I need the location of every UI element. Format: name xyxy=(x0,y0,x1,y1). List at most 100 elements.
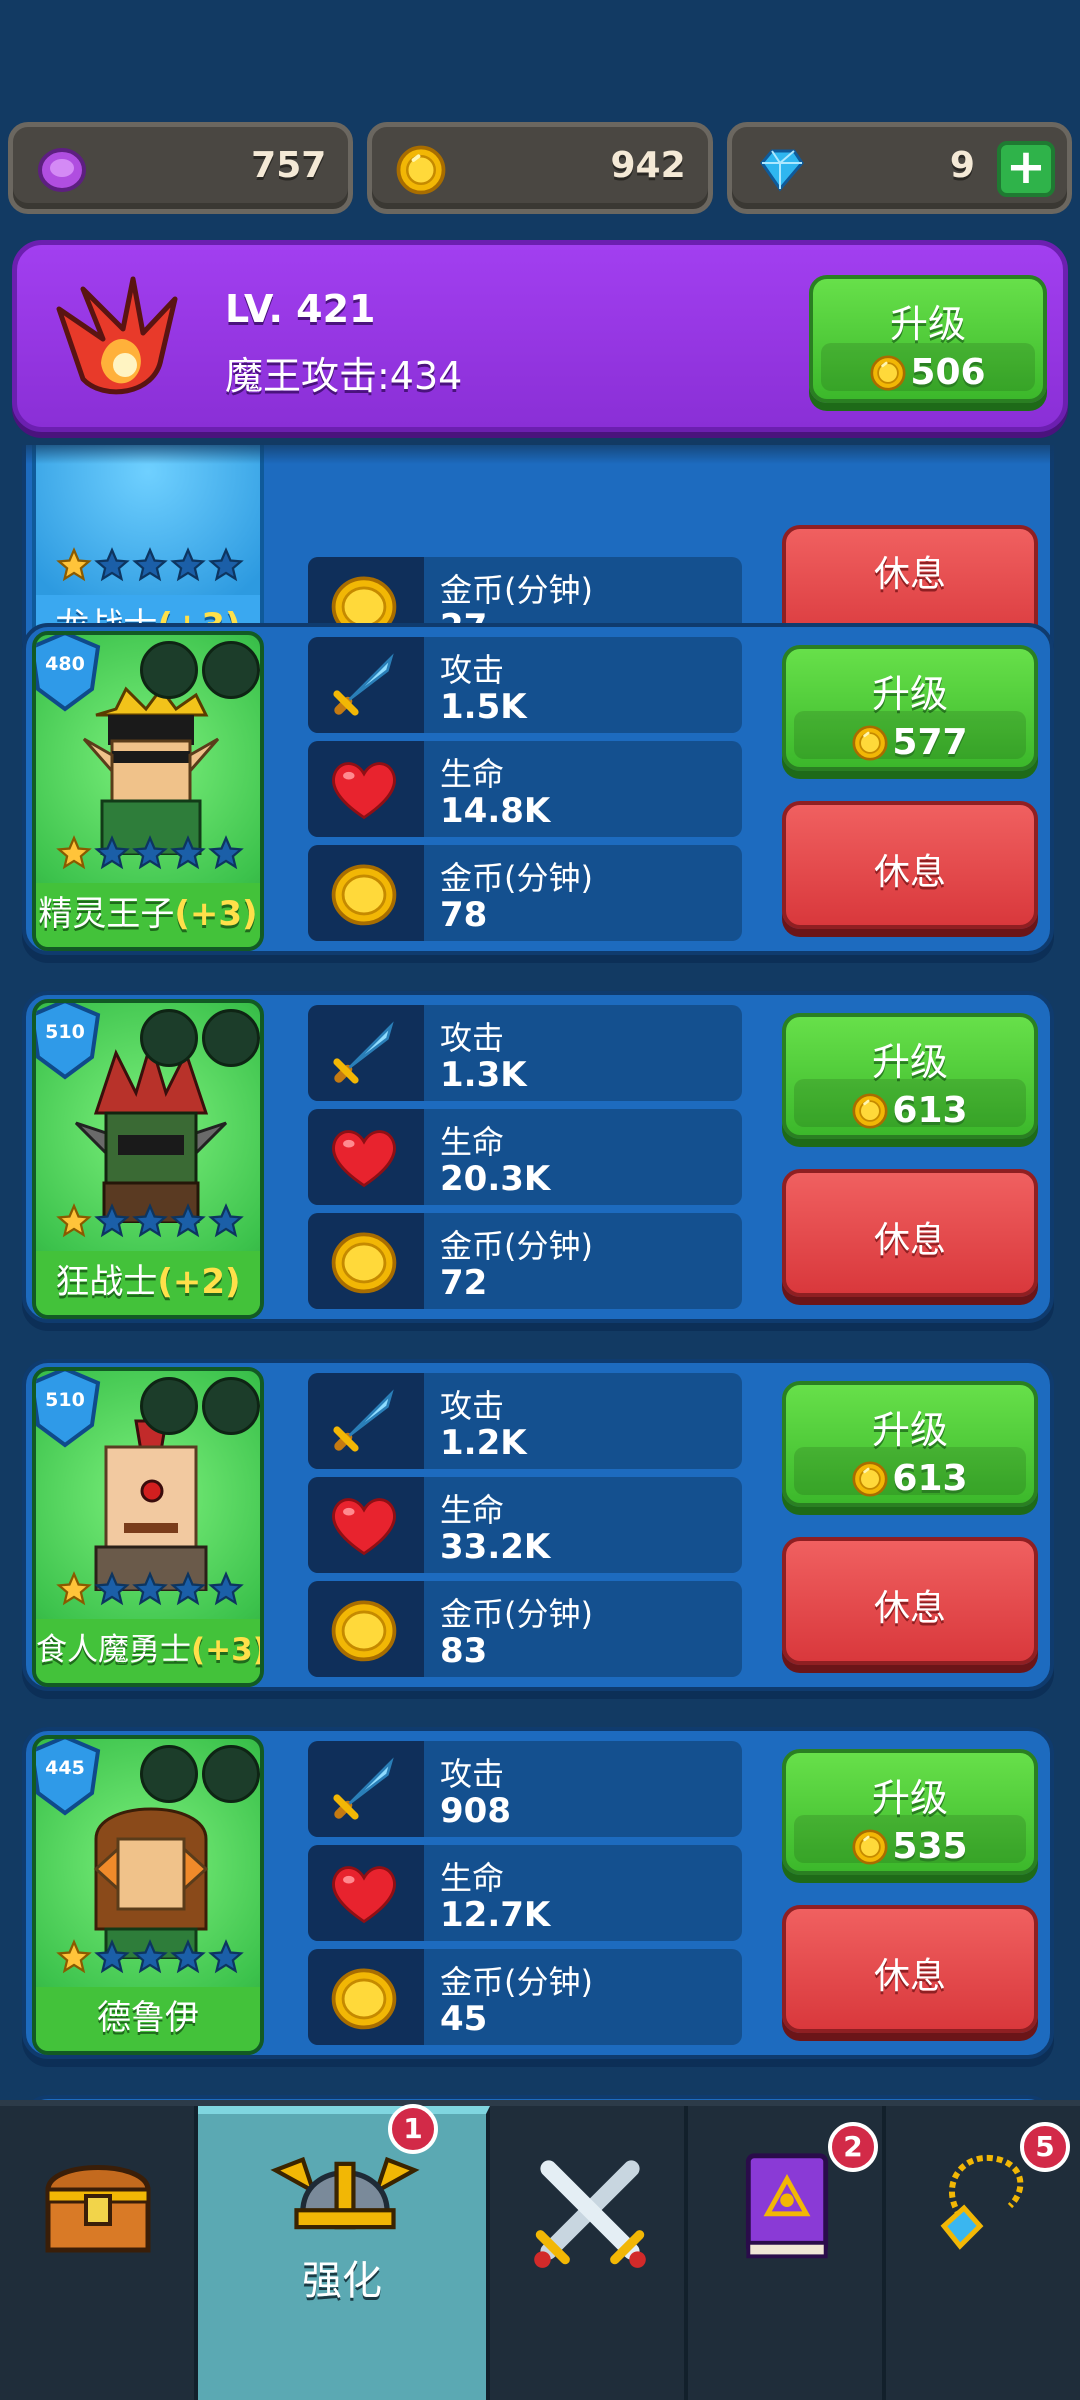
stat-value: 1.2K xyxy=(440,1423,527,1463)
sword-class-icon xyxy=(202,1745,260,1803)
stat-icon-box xyxy=(308,1005,424,1101)
star-empty-icon xyxy=(208,1939,244,1975)
upgrade-cost: 577 xyxy=(892,722,968,763)
attack-stat: 攻击 1.2K xyxy=(308,1373,742,1469)
upgrade-button[interactable]: 升级 535 xyxy=(782,1749,1038,1875)
heart-icon xyxy=(326,1121,402,1193)
rest-button[interactable]: 休息 xyxy=(782,1905,1038,2033)
health-stat: 生命 14.8K xyxy=(308,741,742,837)
rest-button[interactable]: 休息 xyxy=(782,1537,1038,1665)
star-empty-icon xyxy=(94,1571,130,1607)
star-empty-icon xyxy=(208,835,244,871)
coin-icon xyxy=(852,1461,888,1497)
level-shield: 510 xyxy=(36,1003,104,1081)
dagger-class-icon xyxy=(202,641,260,699)
gold-per-minute-stat: 金币(分钟) 72 xyxy=(308,1213,742,1309)
stat-value: 78 xyxy=(440,895,488,935)
crossed-swords-icon xyxy=(534,2160,646,2268)
tab-chest[interactable] xyxy=(0,2106,198,2400)
health-stat: 生命 20.3K xyxy=(308,1109,742,1205)
health-stat: 生命 33.2K xyxy=(308,1477,742,1573)
tab-upgrade[interactable]: 强化 1 xyxy=(198,2104,490,2400)
stat-icon-box xyxy=(308,1213,424,1309)
star-empty-icon xyxy=(94,1203,130,1239)
hero-name: 精灵王子(+3) xyxy=(36,883,260,947)
stat-value: 12.7K xyxy=(440,1895,551,1935)
stat-label: 金币(分钟) xyxy=(440,571,593,609)
sword-icon xyxy=(326,1385,402,1457)
star-empty-icon xyxy=(132,1203,168,1239)
stat-icon-box xyxy=(308,1581,424,1677)
stat-label: 金币(分钟) xyxy=(440,1227,593,1265)
attack-stat: 攻击 908 xyxy=(308,1741,742,1837)
stat-value: 33.2K xyxy=(440,1527,551,1567)
gem-counter: 9 + xyxy=(726,122,1072,214)
gem-value: 9 xyxy=(949,145,975,186)
hero-card[interactable]: 445 德鲁伊 xyxy=(32,1735,264,2055)
upgrade-cost: 613 xyxy=(892,1458,968,1499)
upgrade-button[interactable]: 升级 577 xyxy=(782,645,1038,771)
notification-badge: 2 xyxy=(828,2122,878,2172)
upgrade-cost: 613 xyxy=(892,1090,968,1131)
stat-value: 72 xyxy=(440,1263,488,1303)
sword-icon xyxy=(326,649,402,721)
hero-card[interactable]: 510 食人魔勇士(+3) xyxy=(32,1367,264,1687)
gold-value: 942 xyxy=(610,145,686,186)
rest-button[interactable]: 休息 xyxy=(782,1169,1038,1297)
gold-per-minute-stat: 金币(分钟) 78 xyxy=(308,845,742,941)
heart-icon xyxy=(326,1489,402,1561)
heart-icon xyxy=(326,1857,402,1929)
star-empty-icon xyxy=(170,835,206,871)
stat-value: 1.5K xyxy=(440,687,527,727)
hero-card[interactable]: 480 精灵王子(+3) xyxy=(32,631,264,951)
diamond-icon xyxy=(759,149,804,192)
rest-label: 休息 xyxy=(873,852,946,893)
boss-upgrade-button[interactable]: 升级 506 xyxy=(809,275,1047,403)
hero-bonus: (+2) xyxy=(157,1262,241,1302)
star-empty-icon xyxy=(170,1203,206,1239)
stat-label: 攻击 xyxy=(440,1755,505,1793)
star-empty-icon xyxy=(132,835,168,871)
upgrade-label: 升级 xyxy=(871,1408,948,1452)
rest-label: 休息 xyxy=(873,1588,946,1629)
tab-battle[interactable] xyxy=(490,2106,688,2400)
rest-button[interactable]: 休息 xyxy=(782,801,1038,929)
hero-row-druid: 445 德鲁伊 攻击 908 生命 12.7K 金币(分钟) 45 升级 535… xyxy=(22,1727,1054,2059)
level-shield: 480 xyxy=(36,635,104,713)
stat-value: 20.3K xyxy=(440,1159,551,1199)
star-filled-icon xyxy=(56,835,92,871)
orb-counter: 757 xyxy=(8,122,354,214)
elf-class-icon xyxy=(140,1745,198,1803)
coin-icon xyxy=(852,725,888,761)
list-fade xyxy=(0,440,1080,464)
add-gems-button[interactable]: + xyxy=(996,141,1055,197)
treasure-chest-icon xyxy=(45,2165,151,2253)
coin-icon xyxy=(870,355,906,391)
hero-card[interactable]: 510 狂战士(+2) xyxy=(32,999,264,1319)
stat-icon-box xyxy=(308,741,424,837)
stat-icon-box xyxy=(308,1741,424,1837)
level-shield: 445 xyxy=(36,1739,104,1817)
star-rating xyxy=(56,1203,244,1239)
hero-row-berserker: 510 狂战士(+2) 攻击 1.3K 生命 20.3K 金币(分钟) 72 升… xyxy=(22,991,1054,1323)
upgrade-button[interactable]: 升级 613 xyxy=(782,1013,1038,1139)
star-empty-icon xyxy=(132,1571,168,1607)
hero-list[interactable]: 龙战士(+3) 金币(分钟) 27 休息 480 xyxy=(0,445,1080,2100)
tab-upgrade-label: 强化 xyxy=(302,2258,382,2304)
notification-badge: 1 xyxy=(388,2104,438,2154)
hero-level: 510 xyxy=(45,1389,85,1411)
gold-per-minute-stat: 金币(分钟) 45 xyxy=(308,1949,742,2045)
tab-amulet[interactable]: 5 xyxy=(886,2106,1080,2400)
upgrade-label: 升级 xyxy=(871,1040,948,1084)
hero-name-text: 德鲁伊 xyxy=(97,1998,199,2038)
fireball-icon xyxy=(56,276,178,395)
tab-spellbook[interactable]: 2 xyxy=(688,2106,886,2400)
hero-name-text: 狂战士 xyxy=(55,1262,158,1302)
star-filled-icon xyxy=(56,1939,92,1975)
gold-coin-icon xyxy=(326,1593,402,1665)
gold-coin-icon xyxy=(326,1225,402,1297)
upgrade-label: 升级 xyxy=(871,1776,948,1820)
spellbook-icon xyxy=(745,2153,829,2259)
star-filled-icon xyxy=(56,1203,92,1239)
upgrade-button[interactable]: 升级 613 xyxy=(782,1381,1038,1507)
